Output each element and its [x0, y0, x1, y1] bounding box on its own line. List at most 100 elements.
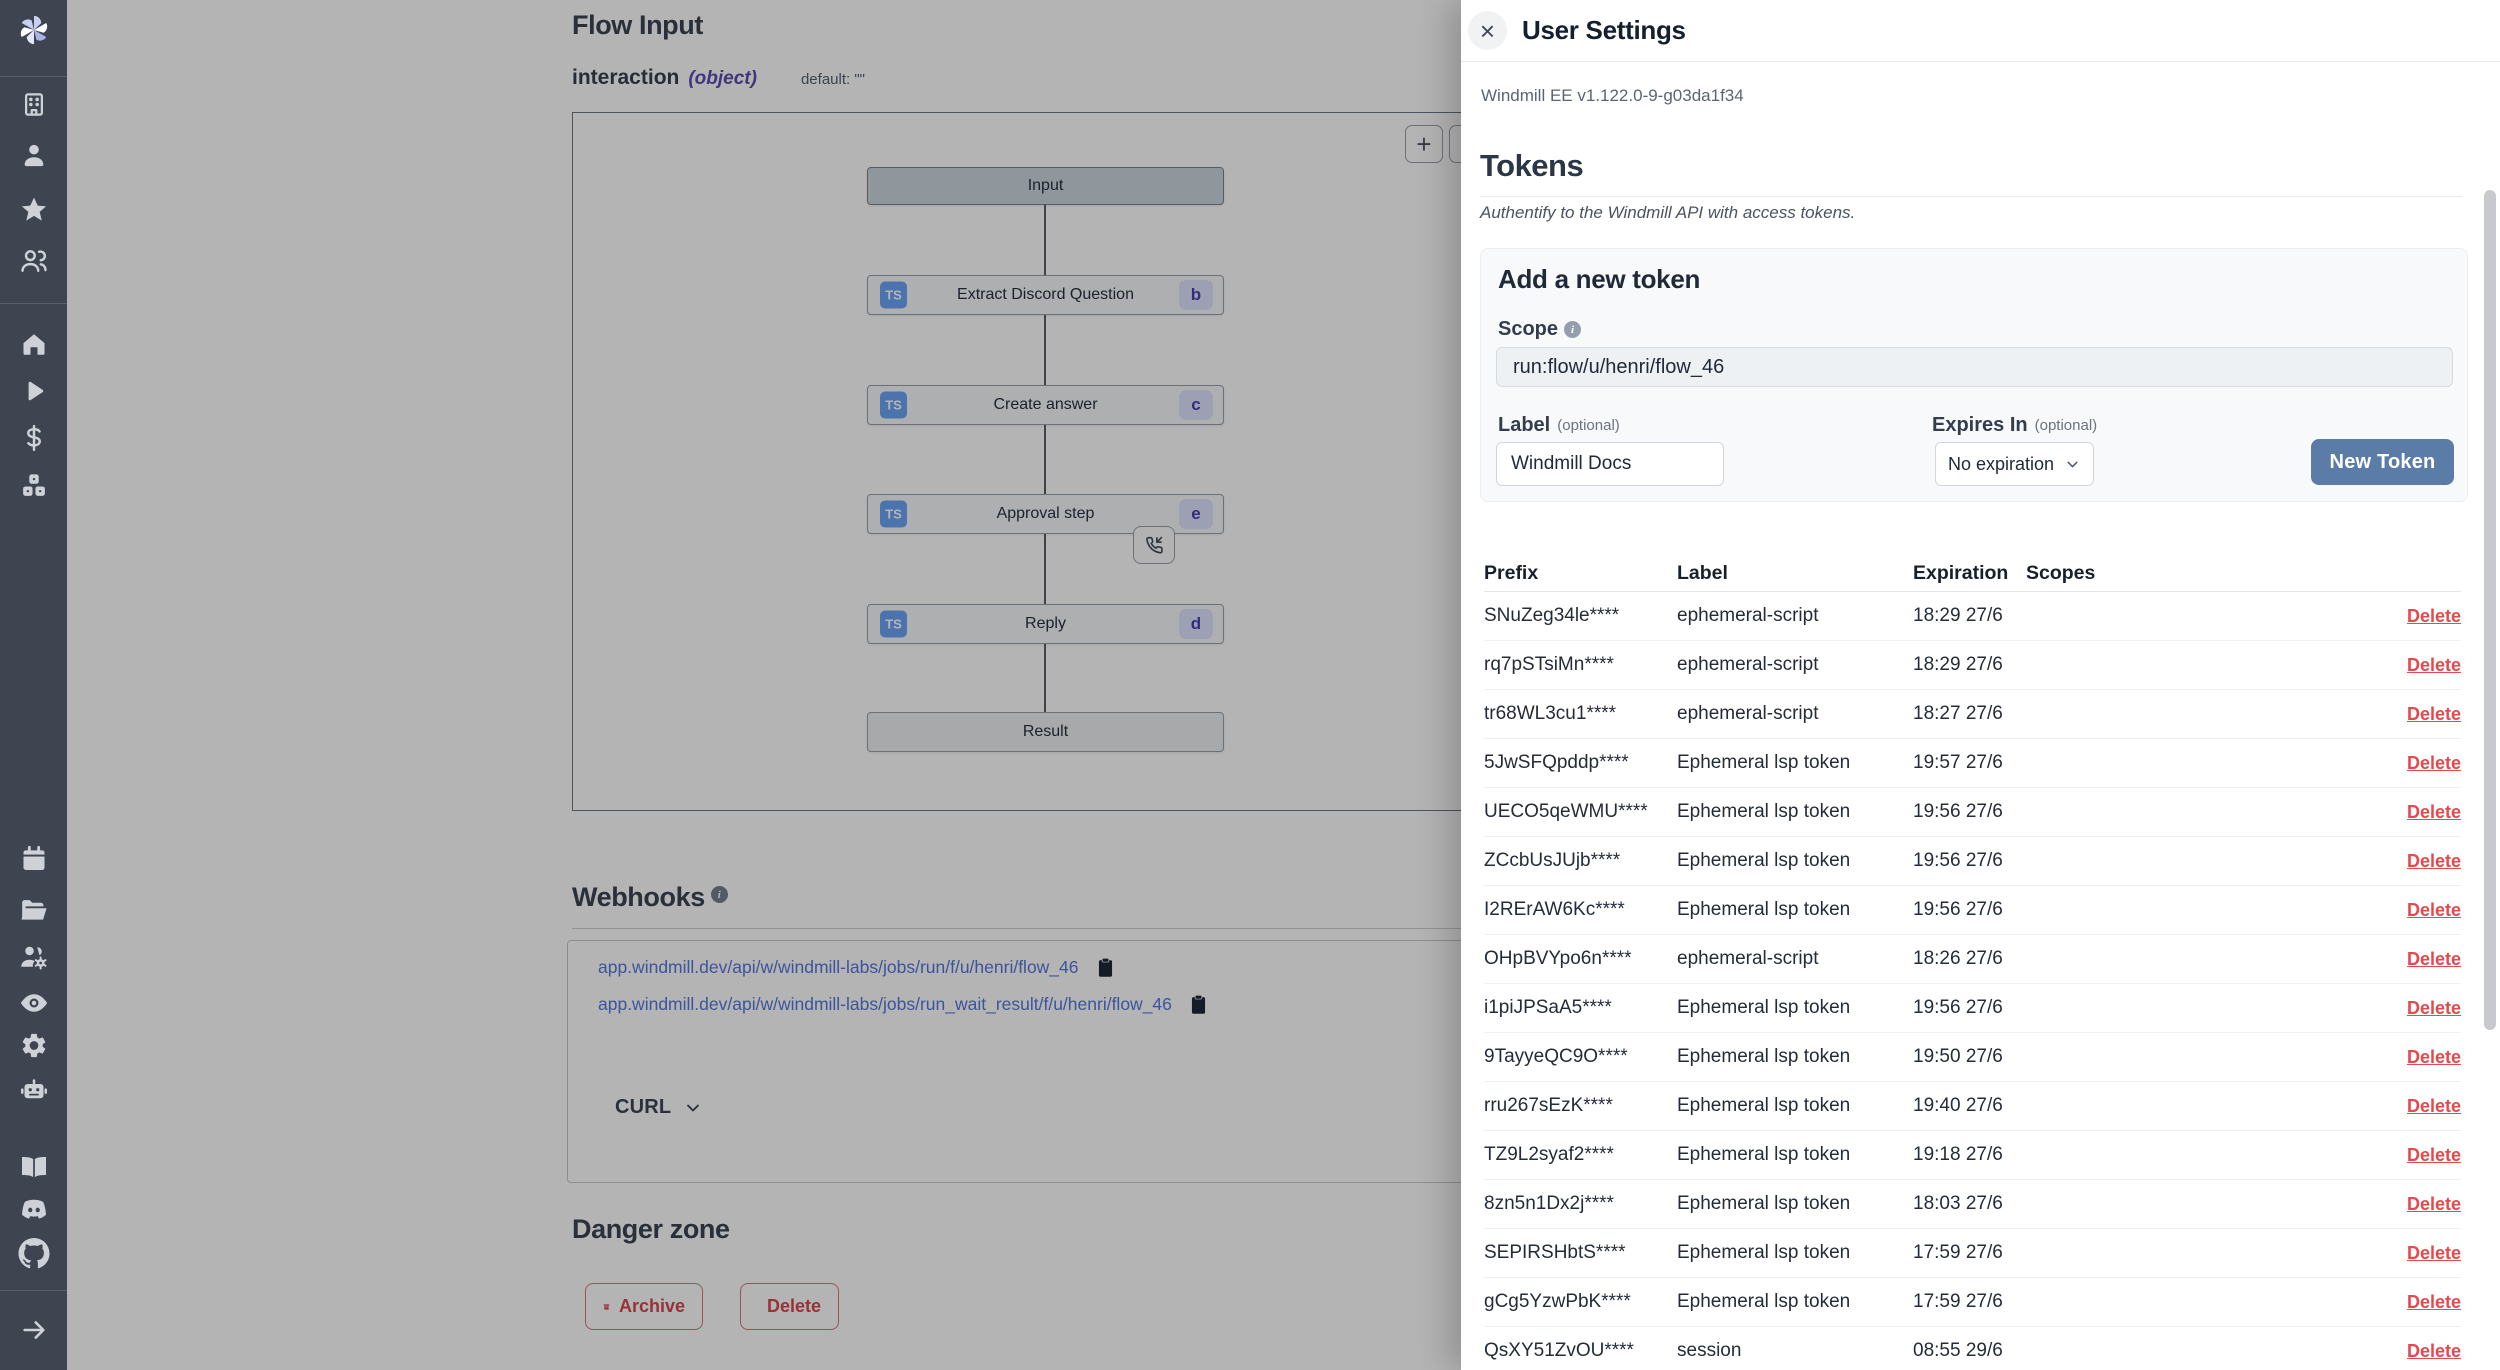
github-icon[interactable] [18, 1238, 49, 1269]
close-icon[interactable]: × [1468, 11, 1507, 50]
delete-token-link[interactable]: Delete [2407, 655, 2461, 676]
token-expiration: 19:56 27/6 [1913, 850, 2026, 872]
delete-token-link[interactable]: Delete [2407, 998, 2461, 1019]
users-gear-icon[interactable] [19, 942, 49, 972]
scope-field-label: Scope i [1498, 318, 1581, 341]
token-label: session [1677, 1340, 1913, 1362]
boxes-icon[interactable] [19, 471, 48, 500]
building-icon[interactable] [20, 91, 47, 118]
token-expiration: 17:59 27/6 [1913, 1291, 2026, 1313]
token-prefix: TZ9L2syaf2**** [1484, 1144, 1677, 1166]
gear-icon[interactable] [19, 1031, 48, 1060]
token-expiration: 18:29 27/6 [1913, 654, 2026, 676]
delete-token-link[interactable]: Delete [2407, 753, 2461, 774]
token-row: 8zn5n1Dx2j**** Ephemeral lsp token 18:03… [1484, 1180, 2461, 1229]
new-token-button[interactable]: New Token [2311, 439, 2454, 485]
token-prefix: SNuZeg34le**** [1484, 605, 1677, 627]
tokens-section-title: Tokens [1480, 148, 1583, 184]
token-label: Ephemeral lsp token [1677, 1291, 1913, 1313]
token-prefix: QsXY51ZvOU**** [1484, 1340, 1677, 1362]
token-prefix: tr68WL3cu1**** [1484, 703, 1677, 725]
delete-token-link[interactable]: Delete [2407, 704, 2461, 725]
col-header-scopes: Scopes [2026, 562, 2391, 585]
delete-token-link[interactable]: Delete [2407, 1047, 2461, 1068]
version-text: Windmill EE v1.122.0-9-g03da1f34 [1481, 86, 1744, 106]
expires-field-label: Expires In (optional) [1932, 414, 2097, 437]
token-prefix: UECO5qeWMU**** [1484, 801, 1677, 823]
token-prefix: gCg5YzwPbK**** [1484, 1291, 1677, 1313]
tokens-table: Prefix Label Expiration Scopes SNuZeg34l… [1484, 556, 2461, 1370]
person-icon[interactable] [20, 141, 48, 169]
delete-token-link[interactable]: Delete [2407, 1292, 2461, 1313]
token-row: rru267sEzK**** Ephemeral lsp token 19:40… [1484, 1082, 2461, 1131]
play-icon[interactable] [21, 378, 47, 404]
token-label: Ephemeral lsp token [1677, 997, 1913, 1019]
label-label-text: Label [1498, 414, 1550, 437]
token-row: rq7pSTsiMn**** ephemeral-script 18:29 27… [1484, 641, 2461, 690]
tokens-divider [1480, 196, 2462, 197]
token-expiration: 19:18 27/6 [1913, 1144, 2026, 1166]
arrow-right-icon[interactable] [20, 1316, 48, 1344]
scope-input[interactable] [1496, 347, 2453, 387]
token-label: Ephemeral lsp token [1677, 1242, 1913, 1264]
expiration-select[interactable]: No expiration [1935, 442, 2094, 486]
delete-token-link[interactable]: Delete [2407, 900, 2461, 921]
delete-token-link[interactable]: Delete [2407, 606, 2461, 627]
eye-icon[interactable] [19, 988, 49, 1018]
delete-token-link[interactable]: Delete [2407, 949, 2461, 970]
users-icon[interactable] [19, 246, 48, 275]
delete-token-link[interactable]: Delete [2407, 802, 2461, 823]
label-field-label: Label (optional) [1498, 414, 1620, 437]
sidebar [0, 0, 67, 1370]
token-prefix: ZCcbUsJUjb**** [1484, 850, 1677, 872]
token-expiration: 18:03 27/6 [1913, 1193, 2026, 1215]
col-header-prefix: Prefix [1484, 562, 1677, 585]
dollar-icon[interactable] [20, 424, 48, 452]
token-label-input[interactable] [1496, 442, 1724, 486]
token-prefix: rq7pSTsiMn**** [1484, 654, 1677, 676]
book-icon[interactable] [19, 1152, 49, 1182]
folder-open-icon[interactable] [19, 895, 48, 924]
token-expiration: 19:56 27/6 [1913, 899, 2026, 921]
token-expiration: 08:55 29/6 [1913, 1340, 2026, 1362]
drawer-title: User Settings [1522, 15, 1686, 46]
token-label: Ephemeral lsp token [1677, 752, 1913, 774]
delete-token-link[interactable]: Delete [2407, 1194, 2461, 1215]
token-row: gCg5YzwPbK**** Ephemeral lsp token 17:59… [1484, 1278, 2461, 1327]
token-label: Ephemeral lsp token [1677, 899, 1913, 921]
calendar-icon[interactable] [20, 845, 48, 873]
chevron-down-icon [2064, 456, 2081, 473]
token-row: 5JwSFQpddp**** Ephemeral lsp token 19:57… [1484, 739, 2461, 788]
delete-token-link[interactable]: Delete [2407, 1341, 2461, 1362]
expires-label-text: Expires In [1932, 414, 2028, 437]
token-expiration: 19:57 27/6 [1913, 752, 2026, 774]
bot-icon[interactable] [19, 1074, 49, 1104]
windmill-app: Flow Input interaction (object) default:… [0, 0, 2500, 1370]
delete-token-link[interactable]: Delete [2407, 1243, 2461, 1264]
token-expiration: 18:27 27/6 [1913, 703, 2026, 725]
token-expiration: 19:56 27/6 [1913, 997, 2026, 1019]
token-row: TZ9L2syaf2**** Ephemeral lsp token 19:18… [1484, 1131, 2461, 1180]
col-header-label: Label [1677, 562, 1913, 585]
discord-icon[interactable] [19, 1195, 49, 1225]
optional-hint: (optional) [2035, 417, 2098, 434]
token-label: ephemeral-script [1677, 605, 1913, 627]
token-label: Ephemeral lsp token [1677, 1144, 1913, 1166]
optional-hint: (optional) [1557, 417, 1620, 434]
delete-token-link[interactable]: Delete [2407, 1145, 2461, 1166]
info-icon[interactable]: i [1564, 321, 1581, 338]
tokens-subtitle: Authentify to the Windmill API with acce… [1480, 203, 1855, 223]
drawer-scrollbar[interactable] [2484, 190, 2496, 1030]
token-row: SNuZeg34le**** ephemeral-script 18:29 27… [1484, 592, 2461, 641]
star-icon[interactable] [19, 195, 48, 224]
delete-token-link[interactable]: Delete [2407, 1096, 2461, 1117]
token-label: ephemeral-script [1677, 703, 1913, 725]
home-icon[interactable] [20, 330, 48, 358]
token-prefix: OHpBVYpo6n**** [1484, 948, 1677, 970]
token-row: ZCcbUsJUjb**** Ephemeral lsp token 19:56… [1484, 837, 2461, 886]
token-label: Ephemeral lsp token [1677, 1046, 1913, 1068]
token-prefix: rru267sEzK**** [1484, 1095, 1677, 1117]
delete-token-link[interactable]: Delete [2407, 851, 2461, 872]
windmill-logo-icon[interactable] [16, 12, 52, 48]
token-prefix: 5JwSFQpddp**** [1484, 752, 1677, 774]
